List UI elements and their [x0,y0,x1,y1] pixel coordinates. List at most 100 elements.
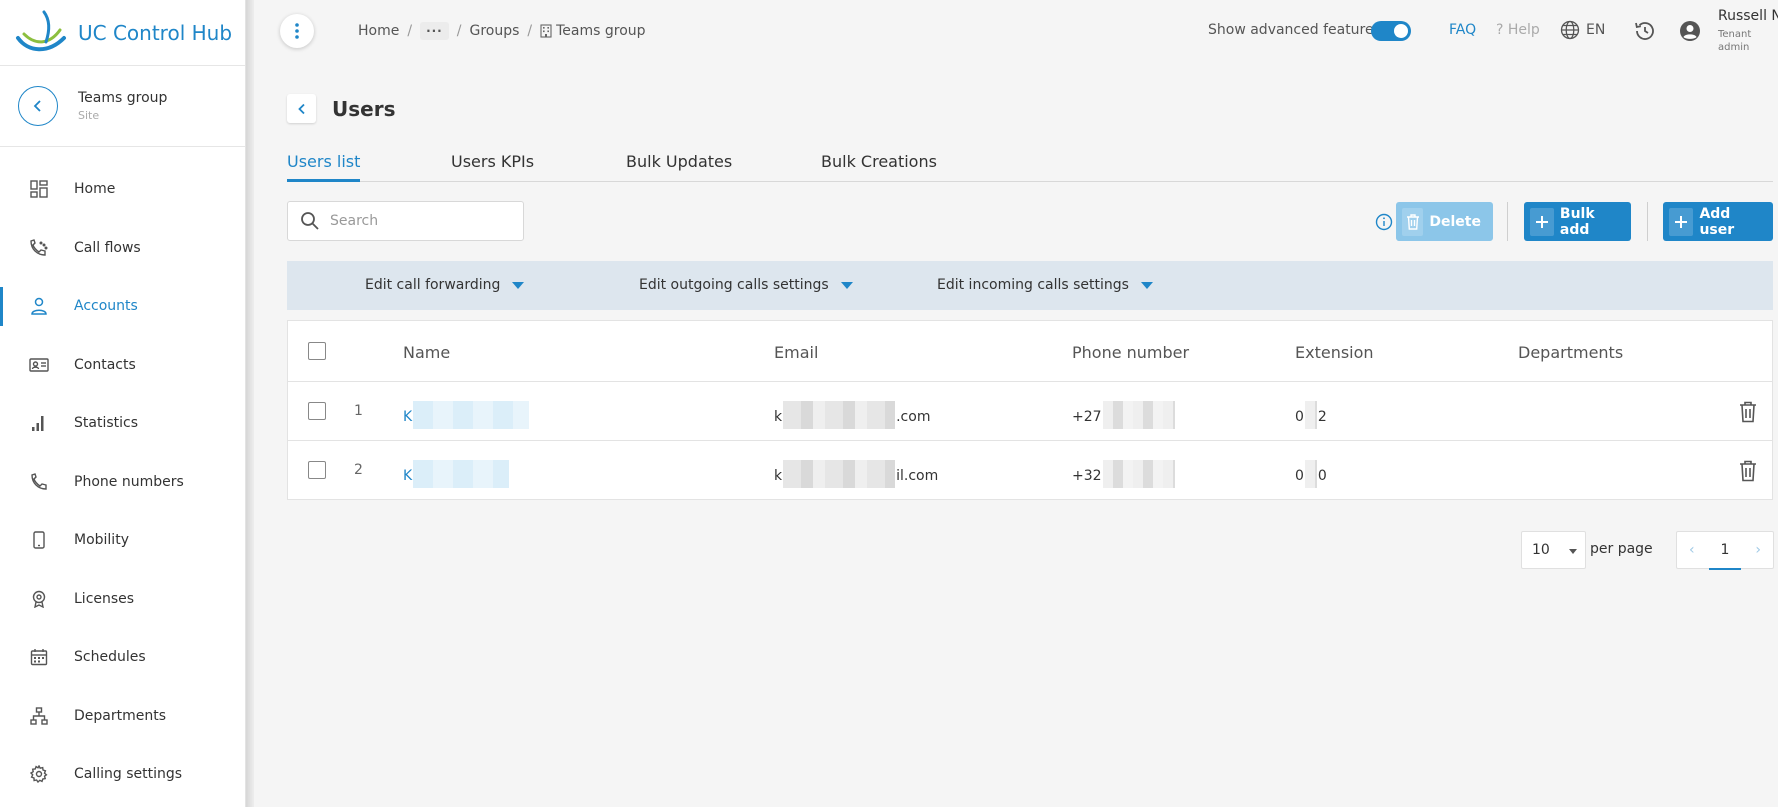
redacted-text [1102,460,1175,488]
column-header-departments[interactable]: Departments [1518,343,1623,362]
account-circle-icon[interactable] [1678,19,1702,43]
next-page-icon[interactable]: › [1755,542,1761,558]
caret-down-icon [1569,549,1577,554]
delete-row-icon[interactable] [1738,460,1758,482]
sidebar-item-label: Departments [74,707,167,724]
user-extension-end: 2 [1317,409,1327,425]
select-all-checkbox[interactable] [308,342,326,360]
column-header-phone[interactable]: Phone number [1072,343,1189,362]
sidebar-item-departments[interactable]: Departments [0,687,245,746]
bulk-add-button-label: Bulk add [1559,205,1595,238]
plus-icon [1669,207,1694,236]
edit-incoming-calls-dropdown[interactable]: Edit incoming calls settings [937,277,1153,293]
sidebar-resize-handle[interactable] [246,0,254,807]
site-type: Site [78,109,100,122]
tab-bar: Users list Users KPIs Bulk Updates Bulk … [287,150,1773,182]
sidebar-item-label: Accounts [74,298,138,315]
sidebar-item-label: Schedules [74,649,146,666]
breadcrumb-current: Teams group [556,23,646,39]
help-link[interactable]: ? Help [1496,22,1540,38]
site-name: Teams group [78,90,168,106]
tab-users-kpis[interactable]: Users KPIs [451,152,534,179]
plus-icon [1530,207,1554,236]
sidebar-item-call-flows[interactable]: Call flows [0,219,245,278]
gear-icon [28,763,50,785]
user-name[interactable]: Russell N. [1718,8,1778,24]
brand-logo-icon [16,10,66,51]
sidebar-item-contacts[interactable]: Contacts [0,336,245,395]
row-checkbox[interactable] [308,402,326,420]
sidebar-item-mobility[interactable]: Mobility [0,511,245,570]
site-back-button[interactable] [18,86,58,126]
language-selector[interactable]: EN [1560,20,1605,40]
delete-row-icon[interactable] [1738,401,1758,423]
users-table: Name Email Phone number Extension Depart… [287,320,1773,500]
table-row[interactable]: 1 K k .com +27 02 [288,382,1772,441]
history-icon[interactable] [1633,19,1657,43]
breadcrumb-groups[interactable]: Groups [469,23,519,39]
tab-bulk-creations[interactable]: Bulk Creations [821,152,937,179]
sidebar-item-calling-settings[interactable]: Calling settings [0,745,245,804]
advanced-features-toggle[interactable] [1371,21,1411,41]
redacted-text [783,401,896,429]
user-icon [28,295,50,317]
column-header-name[interactable]: Name [403,343,450,362]
tab-bulk-updates[interactable]: Bulk Updates [626,152,732,179]
edit-call-forwarding-dropdown[interactable]: Edit call forwarding [365,277,525,293]
previous-page-icon[interactable]: ‹ [1689,542,1695,558]
sidebar-item-label: Call flows [74,239,141,256]
page-size-value: 10 [1532,542,1550,558]
bulk-edit-bar: Edit call forwarding Edit outgoing calls… [287,261,1773,310]
toolbar-divider [1647,202,1648,241]
column-header-extension[interactable]: Extension [1295,343,1374,362]
table-row[interactable]: 2 K k il.com +32 00 [288,441,1772,500]
faq-link[interactable]: FAQ [1449,22,1476,38]
add-user-button[interactable]: Add user [1663,202,1773,241]
user-name-link[interactable]: K [403,460,510,490]
sidebar-item-accounts[interactable]: Accounts [0,277,245,336]
sidebar-item-phone-numbers[interactable]: Phone numbers [0,453,245,512]
redacted-text [413,401,530,429]
sidebar-item-licenses[interactable]: Licenses [0,570,245,629]
user-email-end: .com [896,409,931,425]
sidebar-item-schedules[interactable]: Schedules [0,628,245,687]
bar-chart-icon [28,412,50,434]
breadcrumb-more[interactable]: ··· [420,22,449,40]
sidebar-item-statistics[interactable]: Statistics [0,394,245,453]
user-email-end: il.com [896,468,939,484]
chevron-left-icon [33,100,41,112]
caret-down-icon [512,281,525,289]
mobile-icon [28,529,50,551]
row-checkbox[interactable] [308,461,326,479]
caret-down-icon [840,281,853,289]
sidebar-nav: Home Call flows Accounts Contacts Statis… [0,147,245,804]
sidebar-item-label: Statistics [74,415,138,432]
site-info: Teams group Site [78,90,167,122]
breadcrumb-home[interactable]: Home [358,23,399,39]
current-page-button[interactable]: 1 [1709,532,1741,570]
contact-card-icon [28,354,50,376]
site-selector: Teams group Site [0,66,245,147]
bulk-add-button[interactable]: Bulk add [1524,202,1631,241]
sidebar-item-home[interactable]: Home [0,160,245,219]
info-icon[interactable] [1375,213,1393,231]
edit-outgoing-calls-dropdown[interactable]: Edit outgoing calls settings [639,277,853,293]
more-menu-button[interactable] [280,14,314,48]
sidebar-item-label: Contacts [74,356,136,373]
search-input[interactable] [330,213,510,229]
page-size-select[interactable]: 10 [1521,531,1586,569]
delete-button[interactable]: Delete [1396,202,1493,241]
user-extension-start: 0 [1295,409,1304,425]
calendar-icon [28,646,50,668]
chevron-left-icon [297,103,305,114]
breadcrumb: Home / ··· / Groups / Teams group [358,22,646,40]
page-back-button[interactable] [287,94,316,123]
redacted-text [413,460,510,488]
tab-users-list[interactable]: Users list [287,152,361,182]
sidebar-item-label: Home [74,181,116,198]
column-header-email[interactable]: Email [774,343,818,362]
user-name-link[interactable]: K [403,401,530,431]
license-icon [28,588,50,610]
redacted-text [1304,460,1317,488]
sidebar-item-label: Phone numbers [74,473,184,490]
